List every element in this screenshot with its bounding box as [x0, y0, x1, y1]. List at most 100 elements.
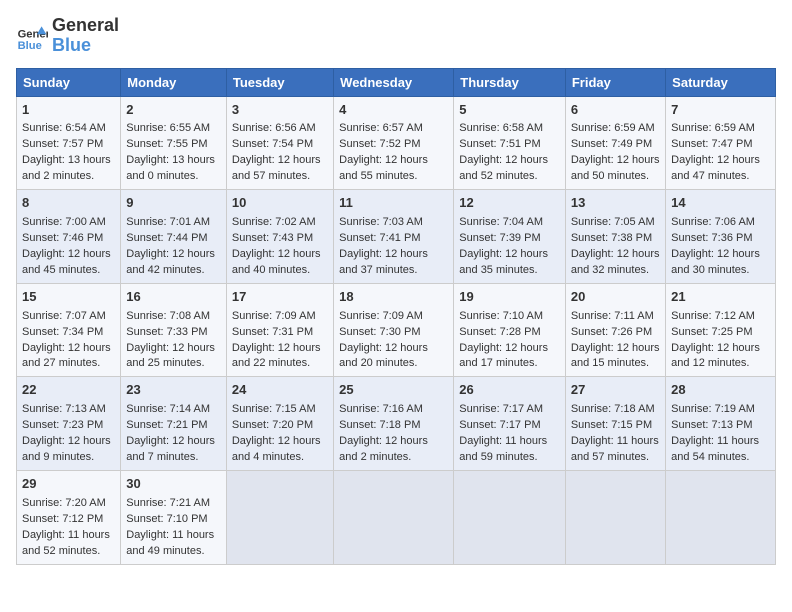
day-number: 13 [571, 194, 660, 213]
header-row: Sunday Monday Tuesday Wednesday Thursday… [17, 68, 776, 96]
calendar-week-row: 15Sunrise: 7:07 AMSunset: 7:34 PMDayligh… [17, 283, 776, 377]
day-number: 3 [232, 101, 328, 120]
day-info: Daylight: 12 hours and 2 minutes. [339, 434, 448, 466]
day-number: 26 [459, 381, 560, 400]
day-number: 18 [339, 288, 448, 307]
day-info: Sunrise: 7:12 AM [671, 309, 770, 325]
day-number: 10 [232, 194, 328, 213]
day-info: Sunset: 7:30 PM [339, 325, 448, 341]
day-info: Sunset: 7:33 PM [126, 325, 221, 341]
calendar-cell: 4Sunrise: 6:57 AMSunset: 7:52 PMDaylight… [334, 96, 454, 190]
day-number: 28 [671, 381, 770, 400]
day-info: Sunset: 7:17 PM [459, 418, 560, 434]
day-info: Sunrise: 7:09 AM [339, 309, 448, 325]
day-info: Sunset: 7:41 PM [339, 231, 448, 247]
calendar-cell: 7Sunrise: 6:59 AMSunset: 7:47 PMDaylight… [666, 96, 776, 190]
day-info: Sunrise: 7:03 AM [339, 215, 448, 231]
day-info: Sunrise: 7:16 AM [339, 402, 448, 418]
day-info: Daylight: 12 hours and 52 minutes. [459, 153, 560, 185]
calendar-cell: 11Sunrise: 7:03 AMSunset: 7:41 PMDayligh… [334, 190, 454, 284]
day-number: 8 [22, 194, 115, 213]
calendar-cell [334, 470, 454, 564]
col-wednesday: Wednesday [334, 68, 454, 96]
calendar-cell: 15Sunrise: 7:07 AMSunset: 7:34 PMDayligh… [17, 283, 121, 377]
calendar-cell [565, 470, 665, 564]
day-info: Sunrise: 7:17 AM [459, 402, 560, 418]
day-info: Sunset: 7:15 PM [571, 418, 660, 434]
day-info: Sunset: 7:46 PM [22, 231, 115, 247]
day-number: 27 [571, 381, 660, 400]
day-info: Daylight: 12 hours and 4 minutes. [232, 434, 328, 466]
day-info: Sunrise: 6:59 AM [671, 121, 770, 137]
calendar-cell: 28Sunrise: 7:19 AMSunset: 7:13 PMDayligh… [666, 377, 776, 471]
day-info: Sunrise: 7:08 AM [126, 309, 221, 325]
day-number: 20 [571, 288, 660, 307]
day-info: Daylight: 12 hours and 12 minutes. [671, 341, 770, 373]
calendar-cell: 22Sunrise: 7:13 AMSunset: 7:23 PMDayligh… [17, 377, 121, 471]
calendar-cell: 21 Sunrise: 7:12 AMSunset: 7:25 PMDayligh… [666, 283, 776, 377]
day-info: Daylight: 12 hours and 25 minutes. [126, 341, 221, 373]
col-thursday: Thursday [454, 68, 566, 96]
day-info: Daylight: 13 hours and 0 minutes. [126, 153, 221, 185]
day-info: Daylight: 11 hours and 59 minutes. [459, 434, 560, 466]
page-header: General Blue General Blue [16, 16, 776, 56]
day-info: Daylight: 12 hours and 32 minutes. [571, 247, 660, 279]
day-number: 1 [22, 101, 115, 120]
day-info: Sunset: 7:38 PM [571, 231, 660, 247]
calendar-cell: 26 Sunrise: 7:17 AMSunset: 7:17 PMDayligh… [454, 377, 566, 471]
calendar-cell: 17Sunrise: 7:09 AMSunset: 7:31 PMDayligh… [226, 283, 333, 377]
day-info: Sunrise: 7:13 AM [22, 402, 115, 418]
day-info: Sunrise: 7:21 AM [126, 496, 221, 512]
calendar-cell: 25Sunrise: 7:16 AMSunset: 7:18 PMDayligh… [334, 377, 454, 471]
day-info: Daylight: 13 hours and 2 minutes. [22, 153, 115, 185]
logo-text-general: General [52, 16, 119, 36]
day-info: Daylight: 11 hours and 52 minutes. [22, 528, 115, 560]
col-saturday: Saturday [666, 68, 776, 96]
calendar-cell: 23Sunrise: 7:14 AMSunset: 7:21 PMDayligh… [121, 377, 227, 471]
svg-text:Blue: Blue [18, 40, 42, 52]
day-info: Sunrise: 7:15 AM [232, 402, 328, 418]
calendar-week-row: 29Sunrise: 7:20 AMSunset: 7:12 PMDayligh… [17, 470, 776, 564]
day-info: Sunset: 7:26 PM [571, 325, 660, 341]
day-info: Sunrise: 7:18 AM [571, 402, 660, 418]
day-info: Sunrise: 7:10 AM [459, 309, 560, 325]
col-monday: Monday [121, 68, 227, 96]
day-number: 16 [126, 288, 221, 307]
calendar-cell: 29Sunrise: 7:20 AMSunset: 7:12 PMDayligh… [17, 470, 121, 564]
calendar-cell [454, 470, 566, 564]
calendar-cell [226, 470, 333, 564]
day-info: Sunset: 7:31 PM [232, 325, 328, 341]
day-info: Daylight: 12 hours and 7 minutes. [126, 434, 221, 466]
day-number: 7 [671, 101, 770, 120]
day-info: Daylight: 12 hours and 22 minutes. [232, 341, 328, 373]
day-info: Sunset: 7:13 PM [671, 418, 770, 434]
day-info: Sunset: 7:21 PM [126, 418, 221, 434]
calendar-cell: 2Sunrise: 6:55 AMSunset: 7:55 PMDaylight… [121, 96, 227, 190]
day-info: Sunset: 7:25 PM [671, 325, 770, 341]
day-info: Sunset: 7:36 PM [671, 231, 770, 247]
day-info: Daylight: 12 hours and 47 minutes. [671, 153, 770, 185]
day-info: Daylight: 12 hours and 9 minutes. [22, 434, 115, 466]
day-number: 9 [126, 194, 221, 213]
day-number: 21 [671, 288, 770, 307]
day-info: Sunrise: 7:09 AM [232, 309, 328, 325]
col-sunday: Sunday [17, 68, 121, 96]
calendar-cell: 30Sunrise: 7:21 AMSunset: 7:10 PMDayligh… [121, 470, 227, 564]
calendar-cell: 14Sunrise: 7:06 AMSunset: 7:36 PMDayligh… [666, 190, 776, 284]
calendar-cell: 12Sunrise: 7:04 AMSunset: 7:39 PMDayligh… [454, 190, 566, 284]
calendar-cell: 10Sunrise: 7:02 AMSunset: 7:43 PMDayligh… [226, 190, 333, 284]
day-number: 5 [459, 101, 560, 120]
day-info: Daylight: 11 hours and 49 minutes. [126, 528, 221, 560]
day-info: Daylight: 12 hours and 57 minutes. [232, 153, 328, 185]
day-number: 25 [339, 381, 448, 400]
day-info: Daylight: 12 hours and 42 minutes. [126, 247, 221, 279]
day-info: Sunrise: 7:06 AM [671, 215, 770, 231]
day-info: Sunset: 7:54 PM [232, 137, 328, 153]
day-info: Sunrise: 7:07 AM [22, 309, 115, 325]
day-info: Sunset: 7:55 PM [126, 137, 221, 153]
calendar-table: Sunday Monday Tuesday Wednesday Thursday… [16, 68, 776, 565]
calendar-cell: 20Sunrise: 7:11 AMSunset: 7:26 PMDayligh… [565, 283, 665, 377]
day-info: Daylight: 12 hours and 45 minutes. [22, 247, 115, 279]
day-info: Sunset: 7:28 PM [459, 325, 560, 341]
day-info: Sunset: 7:23 PM [22, 418, 115, 434]
